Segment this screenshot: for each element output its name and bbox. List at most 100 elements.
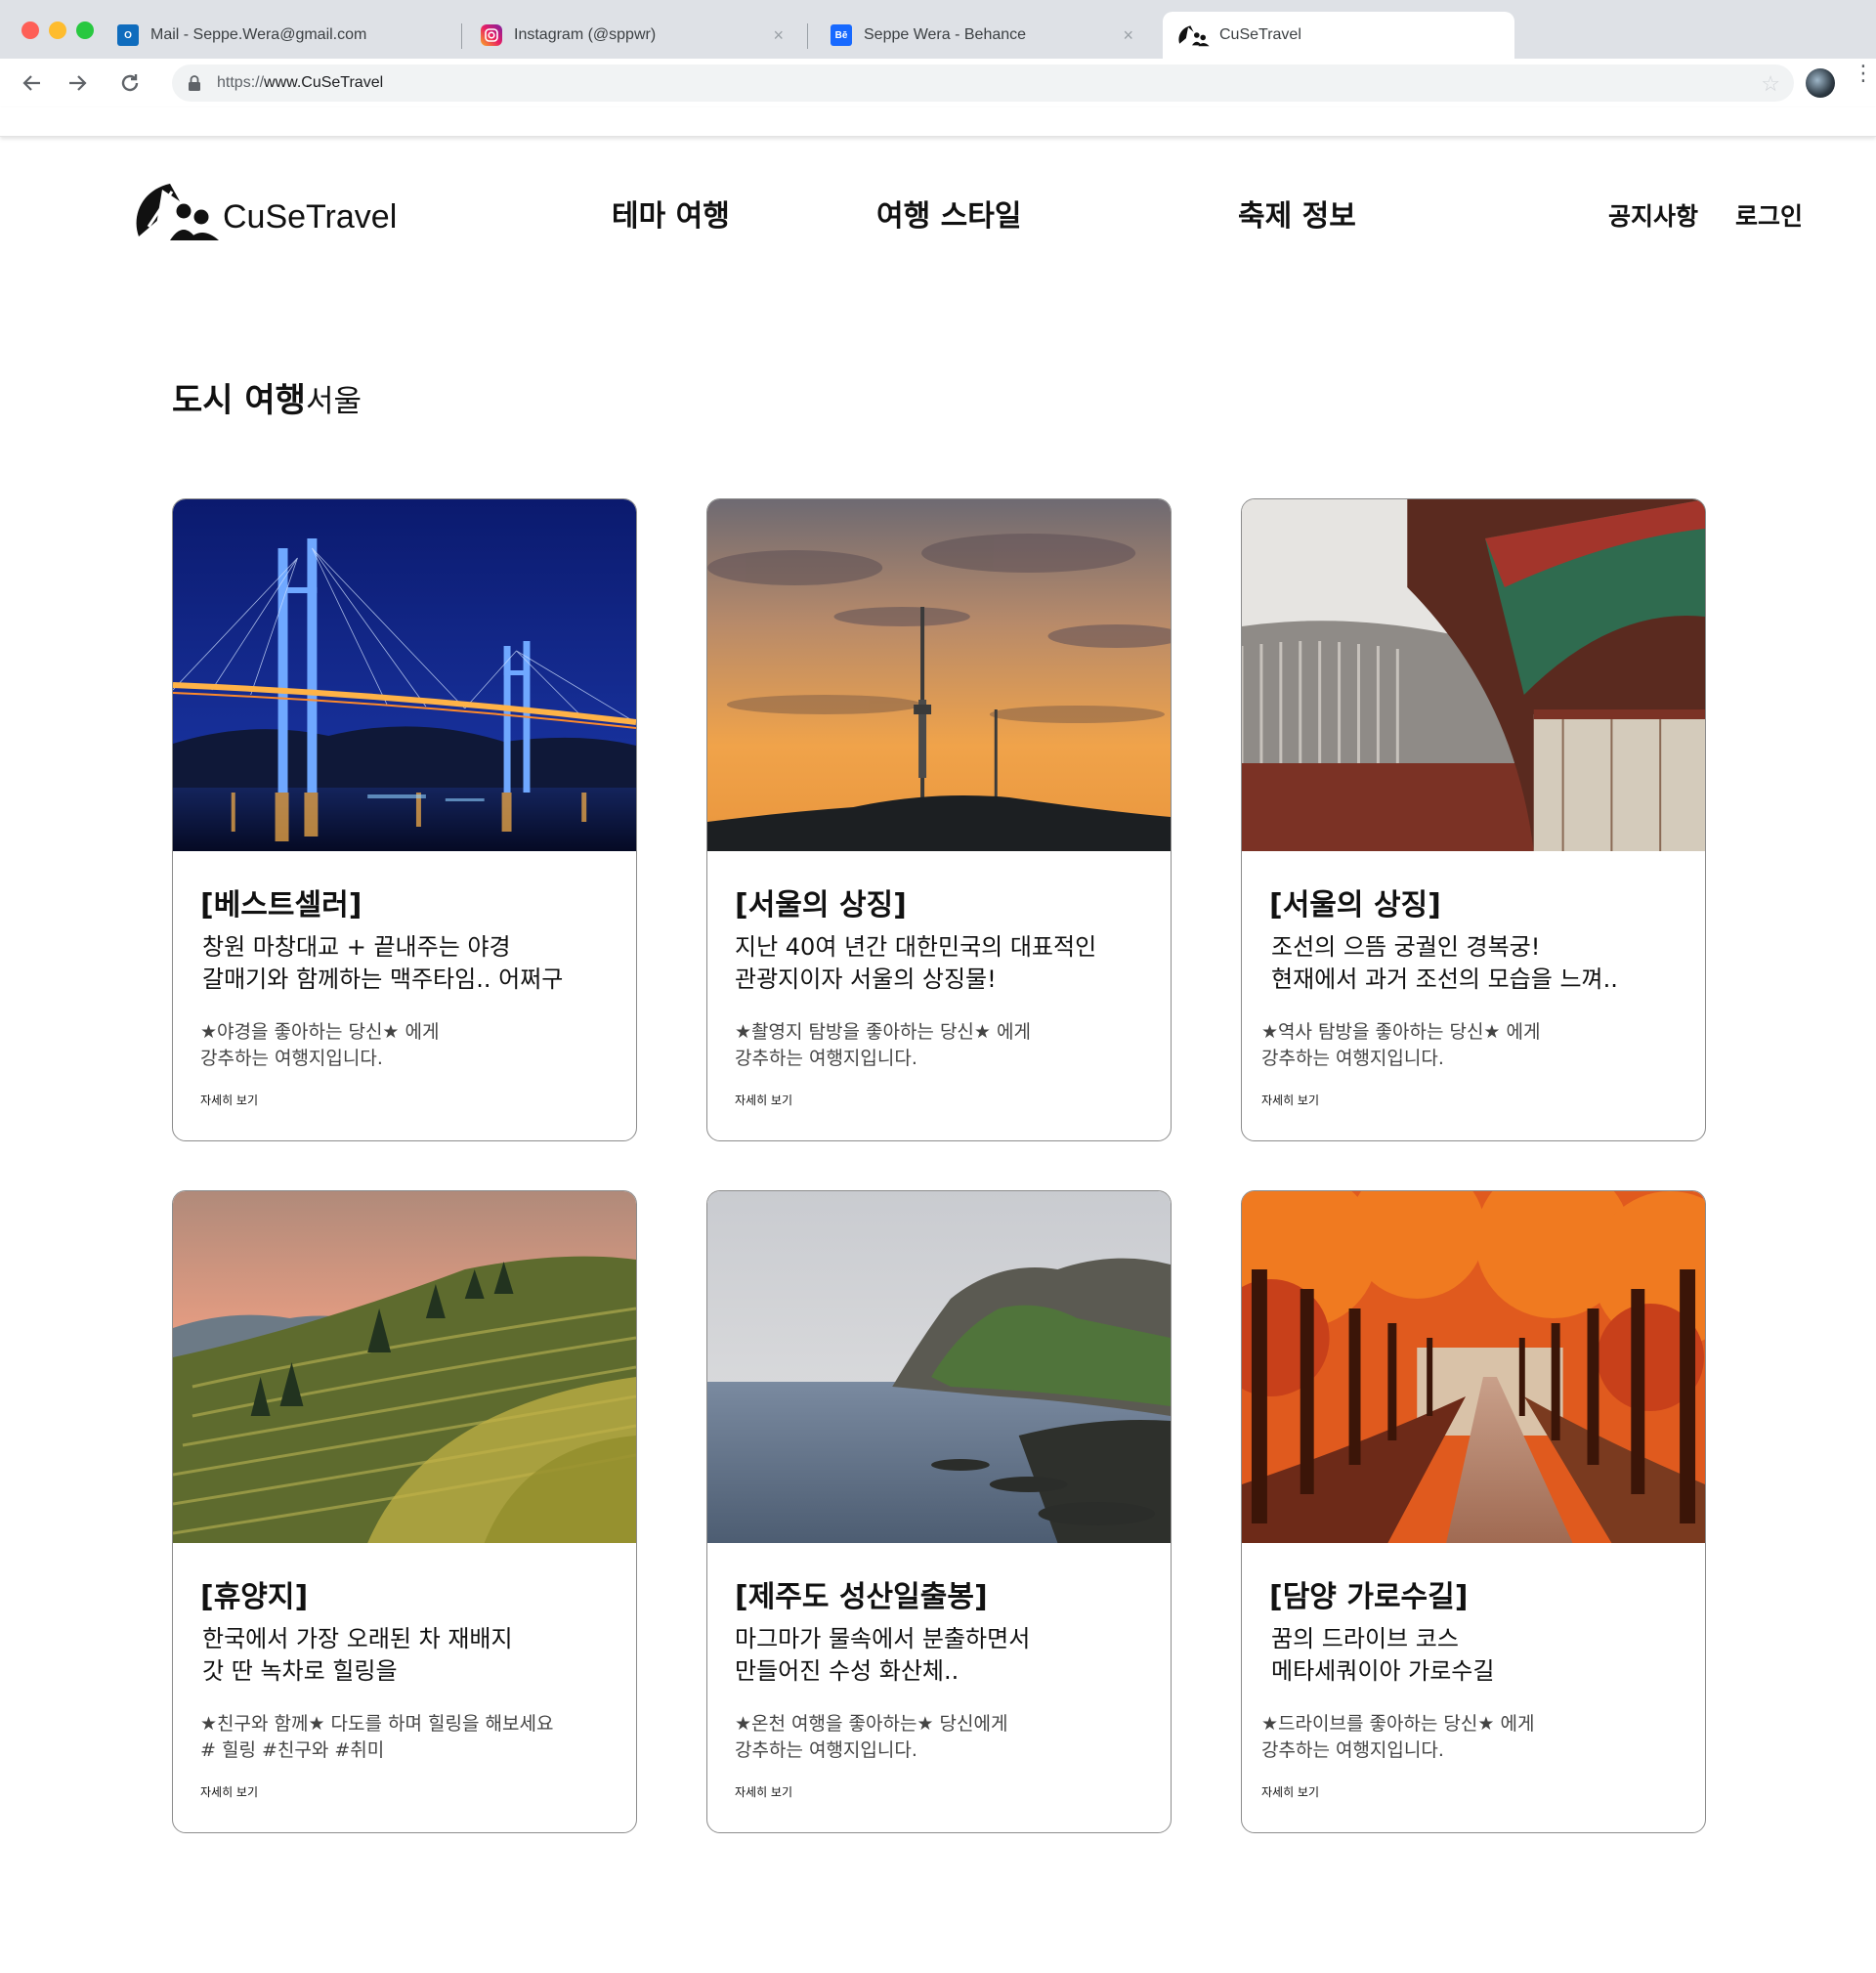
autumn-trees-road-image: [1242, 1191, 1705, 1543]
travel-card[interactable]: [베스트셀러] 창원 마창대교 + 끝내주는 야경 갈매기와 함께하는 맥주타임…: [172, 498, 637, 1141]
tab-separator: [461, 23, 462, 49]
card-tag: [베스트셀러]: [200, 888, 362, 922]
browser-tab-strip: O Mail - Seppe.Wera@gmail.com Instagram …: [0, 0, 1876, 59]
card-note: ★야경을 좋아하는 당신★ 에게 강추하는 여행지입니다.: [200, 1019, 439, 1072]
card-tag: [휴양지]: [200, 1580, 309, 1614]
card-note: ★역사 탐방을 좋아하는 당신★ 에게 강추하는 여행지입니다.: [1261, 1019, 1540, 1072]
page-title: 도시 여행서울: [172, 373, 362, 421]
card-description-line: 마그마가 물속에서 분출하면서: [735, 1625, 1031, 1652]
browser-menu-icon[interactable]: ⋮: [1853, 64, 1874, 85]
instagram-icon: [481, 24, 502, 46]
bridge-night-image: [173, 499, 636, 851]
browser-tab-behance[interactable]: Bē Seppe Wera - Behance ×: [819, 12, 1151, 59]
nav-theme-travel[interactable]: 테마 여행: [612, 192, 730, 235]
tab-title: Seppe Wera - Behance: [864, 26, 1027, 43]
card-description: 꿈의 드라이브 코스 메타세쿼이아 가로수길: [1271, 1623, 1494, 1688]
card-description-line: 관광지이자 서울의 상징물!: [735, 965, 997, 993]
card-note-line: 강추하는 여행지입니다.: [1261, 1739, 1444, 1761]
palace-roof-image: [1242, 499, 1705, 851]
more-link[interactable]: 자세히 보기: [200, 1092, 258, 1108]
close-window-button[interactable]: [21, 21, 39, 39]
card-description-line: 지난 40여 년간 대한민국의 대표적인: [735, 933, 1097, 961]
card-note-line: 강추하는 여행지입니다.: [735, 1048, 917, 1069]
browser-tab-instagram[interactable]: Instagram (@sppwr) ×: [469, 12, 801, 59]
travel-card[interactable]: [제주도 성산일출봉] 마그마가 물속에서 분출하면서 만들어진 수성 화산체.…: [706, 1190, 1172, 1833]
card-note-line: ★친구와 함께★ 다도를 하며 힐링을 해보세요: [200, 1713, 554, 1735]
card-note: ★드라이브를 좋아하는 당신★ 에게 강추하는 여행지입니다.: [1261, 1711, 1534, 1764]
tab-title: Mail - Seppe.Wera@gmail.com: [150, 26, 367, 43]
card-note-line: # 힐링 #친구와 #취미: [200, 1739, 385, 1761]
card-description-line: 만들어진 수성 화산체..: [735, 1657, 959, 1685]
card-note-line: 강추하는 여행지입니다.: [1261, 1048, 1444, 1069]
tab-title: Instagram (@sppwr): [514, 26, 657, 43]
card-description-line: 한국에서 가장 오래된 차 재배지: [202, 1625, 513, 1652]
tab-title: CuSeTravel: [1219, 26, 1301, 43]
cusetravel-logo-icon: [1174, 24, 1214, 47]
nav-login[interactable]: 로그인: [1735, 197, 1803, 233]
card-note-line: ★역사 탐방을 좋아하는 당신★ 에게: [1261, 1021, 1541, 1043]
namsan-tower-image: [707, 499, 1171, 851]
reload-icon[interactable]: [115, 68, 145, 98]
card-description-line: 현재에서 과거 조선의 모습을 느껴..: [1271, 965, 1618, 993]
travel-card[interactable]: [서울의 상징] 지난 40여 년간 대한민국의 대표적인 관광지이자 서울의 …: [706, 498, 1172, 1141]
card-description-line: 꿈의 드라이브 코스: [1271, 1625, 1459, 1652]
card-note-line: 강추하는 여행지입니다.: [200, 1048, 383, 1069]
card-description: 마그마가 물속에서 분출하면서 만들어진 수성 화산체..: [735, 1623, 1030, 1688]
outlook-icon: O: [117, 24, 139, 46]
nav-notice[interactable]: 공지사항: [1608, 197, 1698, 233]
card-description-line: 갓 딴 녹차로 힐링을: [202, 1657, 398, 1685]
lock-icon: [188, 74, 201, 92]
behance-icon: Bē: [831, 24, 852, 46]
cusetravel-logo-icon: [136, 184, 219, 240]
seongsan-coast-image: [707, 1191, 1171, 1543]
card-tag: [제주도 성산일출봉]: [735, 1580, 988, 1614]
card-description-line: 메타세쿼이아 가로수길: [1271, 1657, 1495, 1685]
card-tag: [서울의 상징]: [1269, 888, 1441, 922]
card-note-line: ★촬영지 탐방을 좋아하는 당신★ 에게: [735, 1021, 1031, 1043]
logo-text: CuSeTravel: [223, 198, 398, 236]
card-note: ★온천 여행을 좋아하는★ 당신에게 강추하는 여행지입니다.: [735, 1711, 1007, 1764]
travel-card[interactable]: [서울의 상징] 조선의 으뜸 궁궐인 경복궁! 현재에서 과거 조선의 모습을…: [1241, 498, 1706, 1141]
more-link[interactable]: 자세히 보기: [735, 1092, 792, 1108]
card-tag: [담양 가로수길]: [1269, 1580, 1469, 1614]
section-subtitle: 서울: [305, 384, 362, 419]
card-description: 조선의 으뜸 궁궐인 경복궁! 현재에서 과거 조선의 모습을 느껴..: [1271, 931, 1618, 996]
more-link[interactable]: 자세히 보기: [1261, 1783, 1319, 1800]
nav-travel-style[interactable]: 여행 스타일: [876, 192, 1021, 235]
browser-tab-mail[interactable]: O Mail - Seppe.Wera@gmail.com: [106, 12, 457, 59]
card-description: 창원 마창대교 + 끝내주는 야경 갈매기와 함께하는 맥주타임.. 어쩌구: [202, 931, 563, 996]
card-description-line: 조선의 으뜸 궁궐인 경복궁!: [1271, 933, 1541, 961]
card-description-line: 창원 마창대교 + 끝내주는 야경: [202, 933, 511, 961]
profile-avatar[interactable]: [1806, 68, 1835, 98]
minimize-window-button[interactable]: [49, 21, 66, 39]
more-link[interactable]: 자세히 보기: [735, 1783, 792, 1800]
travel-card[interactable]: [휴양지] 한국에서 가장 오래된 차 재배지 갓 딴 녹차로 힐링을 ★친구와…: [172, 1190, 637, 1833]
nav-festival-info[interactable]: 축제 정보: [1238, 192, 1356, 235]
card-note: ★친구와 함께★ 다도를 하며 힐링을 해보세요 # 힐링 #친구와 #취미: [200, 1711, 553, 1764]
browser-toolbar: https:// www.CuSeTravel ☆: [0, 59, 1876, 107]
back-icon[interactable]: [18, 68, 47, 98]
tab-separator: [807, 23, 808, 49]
more-link[interactable]: 자세히 보기: [200, 1783, 258, 1800]
card-note-line: ★드라이브를 좋아하는 당신★ 에게: [1261, 1713, 1535, 1735]
section-title: 도시 여행: [172, 381, 306, 420]
card-description: 지난 40여 년간 대한민국의 대표적인 관광지이자 서울의 상징물!: [735, 931, 1096, 996]
travel-card[interactable]: [담양 가로수길] 꿈의 드라이브 코스 메타세쿼이아 가로수길 ★드라이브를 …: [1241, 1190, 1706, 1833]
card-note-line: ★야경을 좋아하는 당신★ 에게: [200, 1021, 440, 1043]
close-tab-icon[interactable]: ×: [1123, 25, 1133, 46]
card-note: ★촬영지 탐방을 좋아하는 당신★ 에게 강추하는 여행지입니다.: [735, 1019, 1031, 1072]
card-note-line: 강추하는 여행지입니다.: [735, 1739, 917, 1761]
url-scheme: https://: [217, 74, 265, 91]
site-logo[interactable]: CuSeTravel: [133, 182, 397, 240]
url-host: www.CuSeTravel: [264, 74, 384, 91]
card-description: 한국에서 가장 오래된 차 재배지 갓 딴 녹차로 힐링을: [202, 1623, 513, 1688]
bookmark-star-icon[interactable]: ☆: [1761, 71, 1780, 97]
more-link[interactable]: 자세히 보기: [1261, 1092, 1319, 1108]
forward-icon[interactable]: [63, 68, 92, 98]
maximize-window-button[interactable]: [76, 21, 94, 39]
browser-tab-cusetravel[interactable]: CuSeTravel: [1163, 12, 1514, 59]
address-bar[interactable]: https:// www.CuSeTravel ☆: [172, 64, 1794, 102]
card-note-line: ★온천 여행을 좋아하는★ 당신에게: [735, 1713, 1008, 1735]
tea-fields-image: [173, 1191, 636, 1543]
close-tab-icon[interactable]: ×: [773, 25, 784, 46]
